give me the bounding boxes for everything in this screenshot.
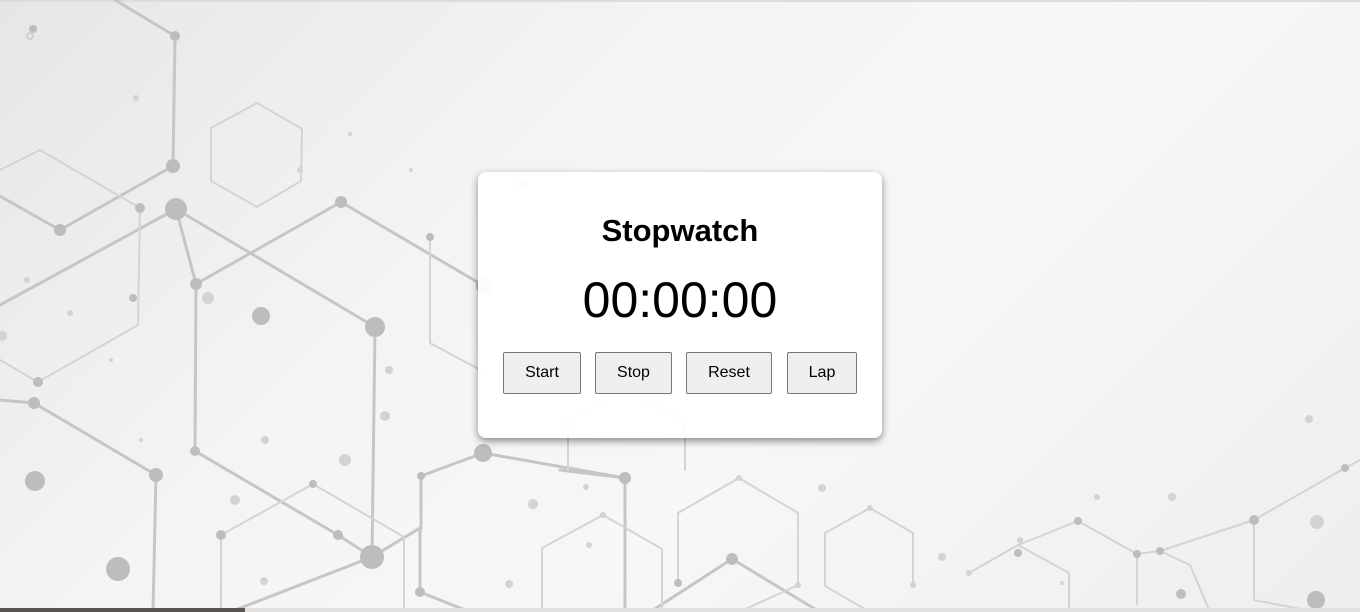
start-button[interactable]: Start [503,352,581,394]
reset-button[interactable]: Reset [686,352,772,394]
bottom-bar-light [245,608,1360,612]
time-display: 00:00:00 [582,272,778,328]
stopwatch-card: Stopwatch 00:00:00 Start Stop Reset Lap [478,172,882,438]
lap-button[interactable]: Lap [787,352,857,394]
stop-button[interactable]: Stop [595,352,672,394]
stopwatch-title: Stopwatch [601,213,759,248]
page-background: Stopwatch 00:00:00 Start Stop Reset Lap [0,0,1360,612]
